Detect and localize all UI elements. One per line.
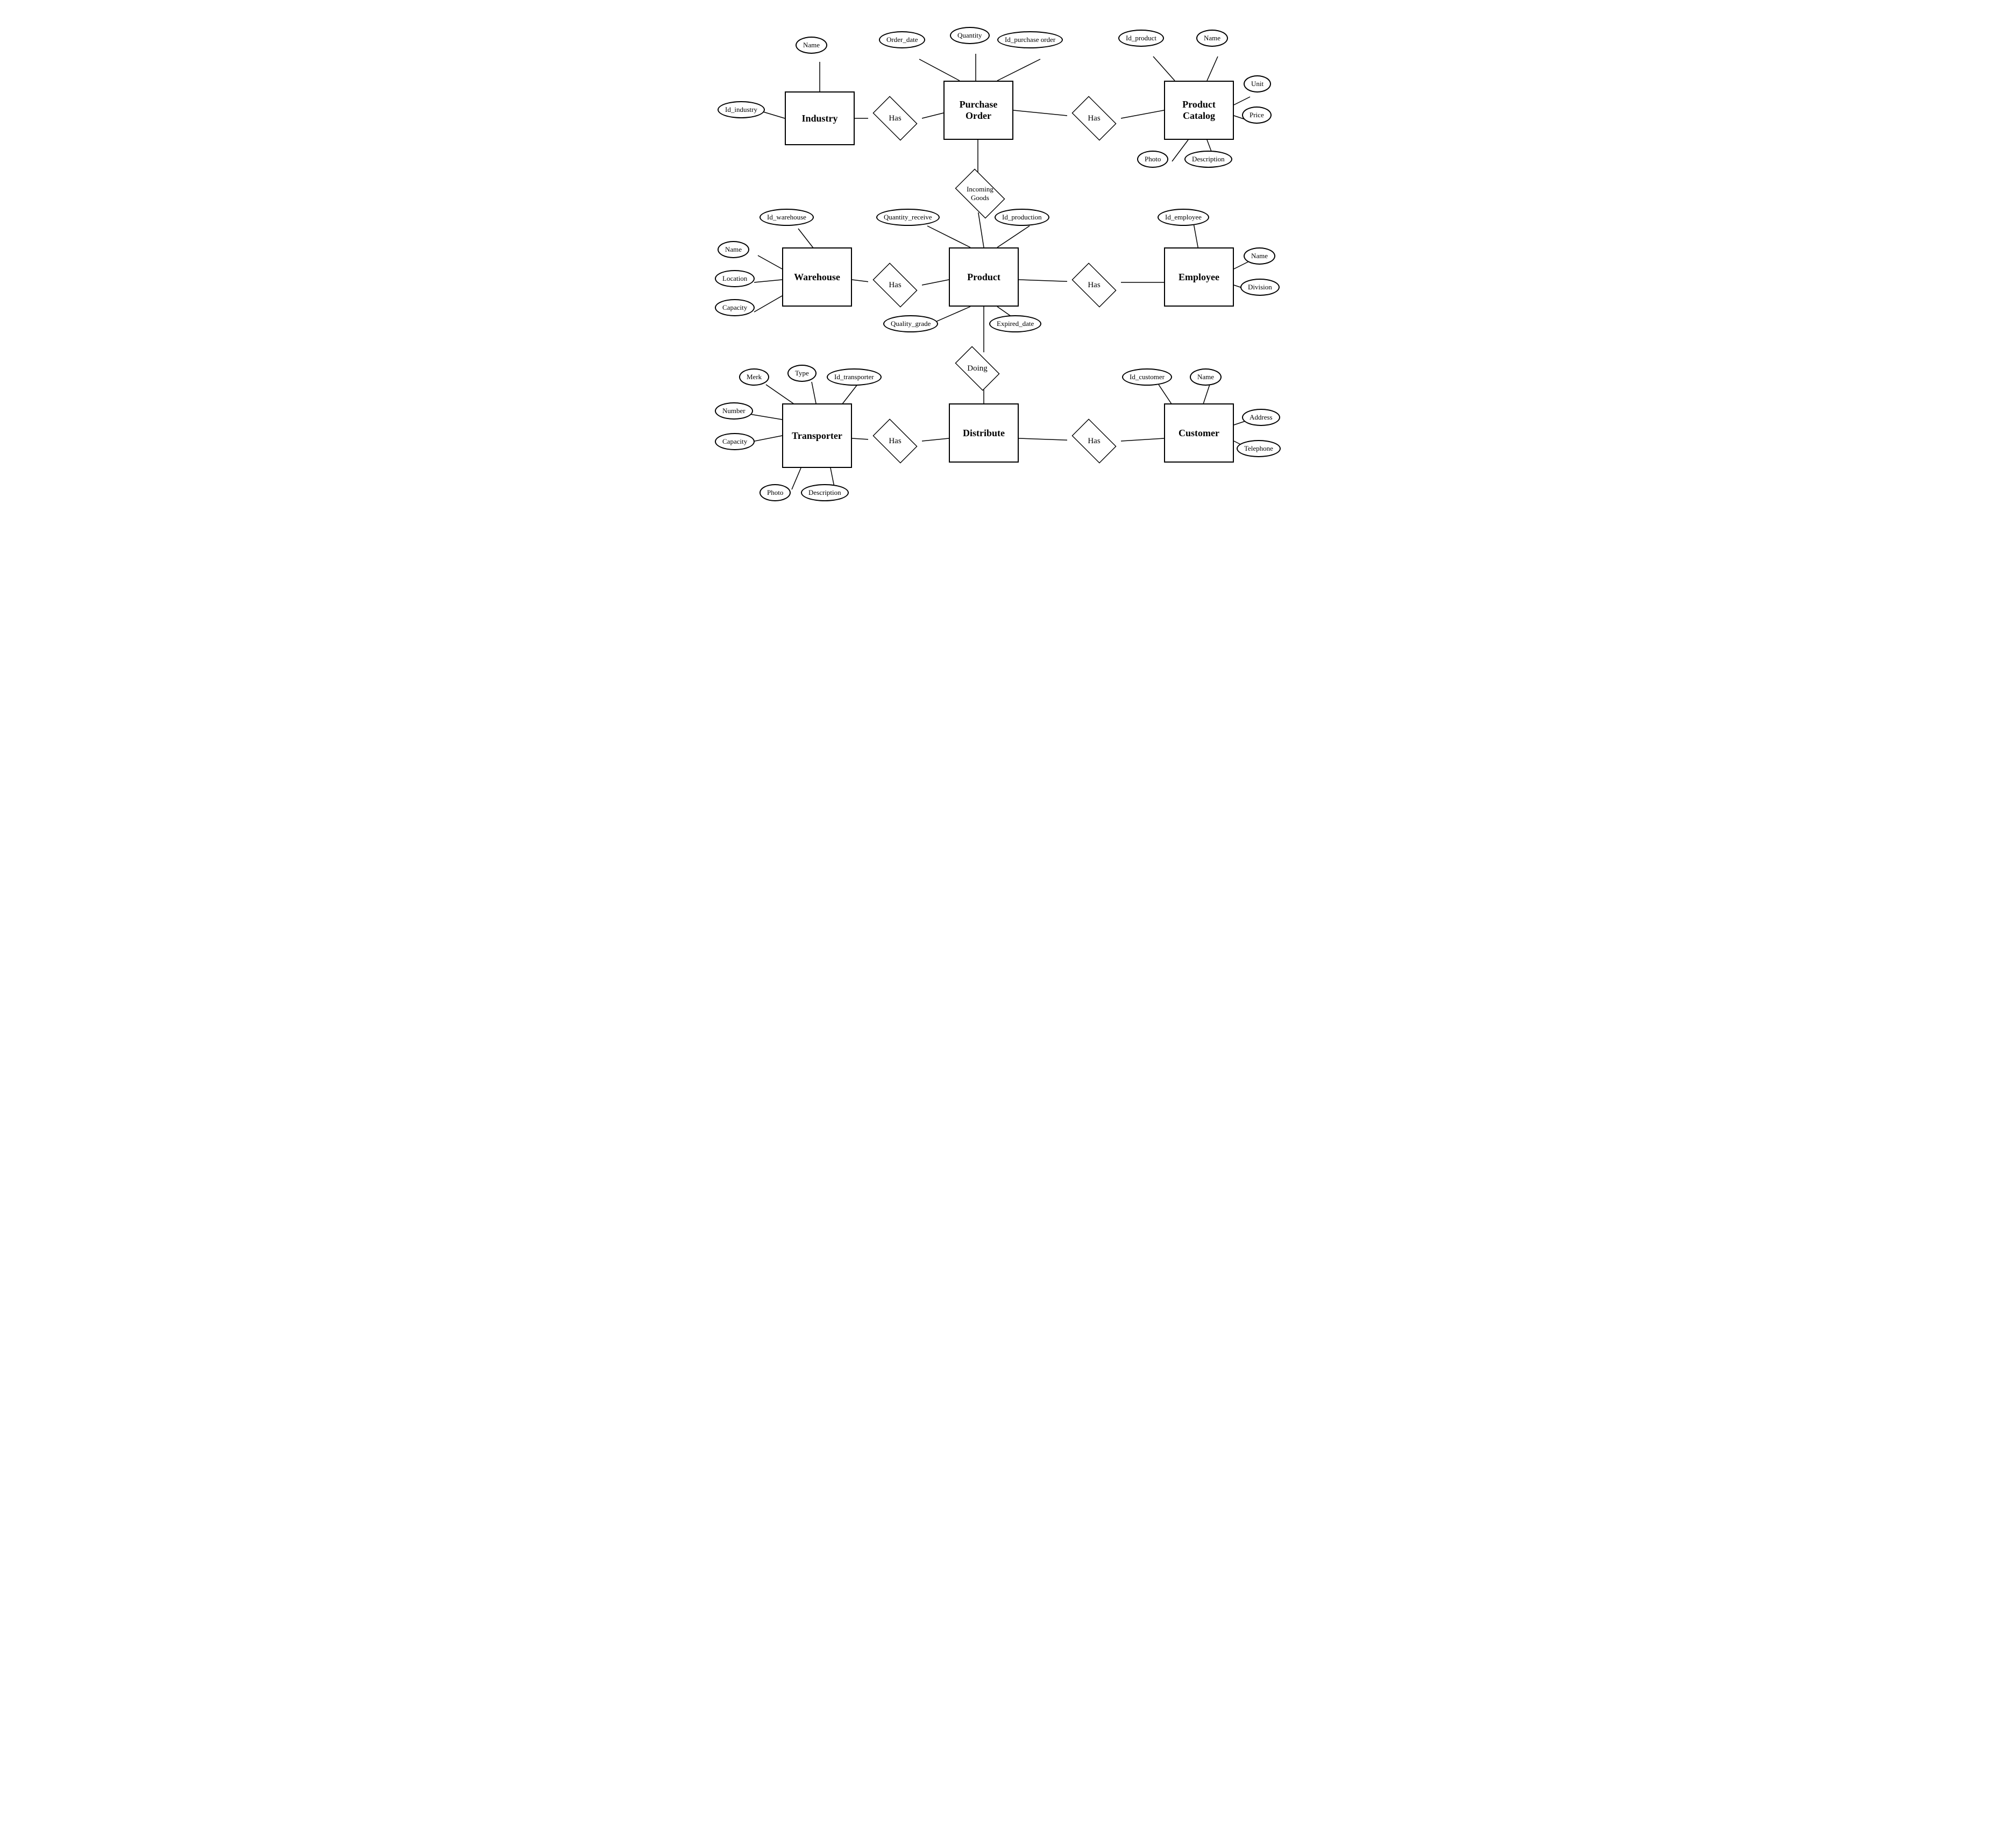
relationship-has3: Has <box>868 269 922 301</box>
attr-prod-qualgrade: Quality_grade <box>883 315 938 332</box>
relationship-has5-label: Has <box>889 437 901 446</box>
attr-trans-desc: Description <box>801 484 849 501</box>
attr-pc-photo: Photo <box>1137 151 1168 168</box>
entity-product: Product <box>949 247 1019 307</box>
attr-wh-name: Name <box>718 241 749 258</box>
attr-po-id: Id_purchase order <box>997 31 1063 48</box>
entity-product-catalog: Product Catalog <box>1164 81 1234 140</box>
entity-purchase-order-label: Purchase Order <box>960 99 998 122</box>
relationship-has1-label: Has <box>889 114 901 123</box>
relationship-has6: Has <box>1067 425 1121 457</box>
attr-pc-name: Name <box>1196 30 1228 47</box>
entity-transporter: Transporter <box>782 403 852 468</box>
attr-cust-addr: Address <box>1242 409 1280 426</box>
attr-trans-id: Id_transporter <box>827 368 882 386</box>
entity-employee-label: Employee <box>1179 272 1219 283</box>
attr-cust-id: Id_customer <box>1122 368 1172 386</box>
entity-transporter-label: Transporter <box>792 430 842 442</box>
attr-pc-unit: Unit <box>1244 75 1271 93</box>
attr-pc-price: Price <box>1242 106 1272 124</box>
relationship-incoming-goods: Incoming Goods <box>950 175 1010 212</box>
attr-po-quantity: Quantity <box>950 27 990 44</box>
relationship-has2-label: Has <box>1088 114 1100 123</box>
attr-emp-name: Name <box>1244 247 1275 265</box>
attr-industry-name: Name <box>796 37 827 54</box>
relationship-doing-label: Doing <box>967 364 988 373</box>
attr-industry-id: Id_industry <box>718 101 765 118</box>
entity-warehouse: Warehouse <box>782 247 852 307</box>
relationship-incoming-goods-label: Incoming Goods <box>967 185 993 202</box>
entity-purchase-order: Purchase Order <box>943 81 1013 140</box>
attr-prod-qtyrecv: Quantity_receive <box>876 209 940 226</box>
attr-po-orderdate: Order_date <box>879 31 925 48</box>
attr-trans-merk: Merk <box>739 368 769 386</box>
relationship-has2: Has <box>1067 102 1121 134</box>
attr-wh-location: Location <box>715 270 755 287</box>
relationship-has4: Has <box>1067 269 1121 301</box>
attr-emp-id: Id_employee <box>1158 209 1209 226</box>
attr-prod-expdate: Expired_date <box>989 315 1041 332</box>
entity-industry: Industry <box>785 91 855 145</box>
attr-trans-photo: Photo <box>759 484 791 501</box>
attr-trans-number: Number <box>715 402 753 420</box>
entity-product-catalog-label: Product Catalog <box>1182 99 1216 122</box>
relationship-has5: Has <box>868 425 922 457</box>
relationship-has6-label: Has <box>1088 437 1100 446</box>
attr-cust-tel: Telephone <box>1237 440 1281 457</box>
entity-warehouse-label: Warehouse <box>794 272 840 283</box>
attr-trans-capacity: Capacity <box>715 433 755 450</box>
entity-customer-label: Customer <box>1179 428 1219 439</box>
relationship-has1: Has <box>868 102 922 134</box>
entity-customer: Customer <box>1164 403 1234 463</box>
attr-wh-capacity: Capacity <box>715 299 755 316</box>
attr-emp-division: Division <box>1240 279 1280 296</box>
relationship-doing: Doing <box>950 352 1004 385</box>
attr-prod-idprod: Id_production <box>995 209 1049 226</box>
entity-distribute: Distribute <box>949 403 1019 463</box>
attr-trans-type: Type <box>787 365 817 382</box>
relationship-has3-label: Has <box>889 281 901 290</box>
attr-wh-id: Id_warehouse <box>759 209 814 226</box>
entity-employee: Employee <box>1164 247 1234 307</box>
er-diagram: Industry Purchase Order Product Catalog … <box>712 11 1304 549</box>
entity-product-label: Product <box>967 272 1000 283</box>
relationship-has4-label: Has <box>1088 281 1100 290</box>
attr-pc-desc: Description <box>1184 151 1232 168</box>
attr-cust-name: Name <box>1190 368 1222 386</box>
entity-distribute-label: Distribute <box>963 428 1005 439</box>
attr-pc-id: Id_product <box>1118 30 1164 47</box>
entity-industry-label: Industry <box>801 113 837 124</box>
